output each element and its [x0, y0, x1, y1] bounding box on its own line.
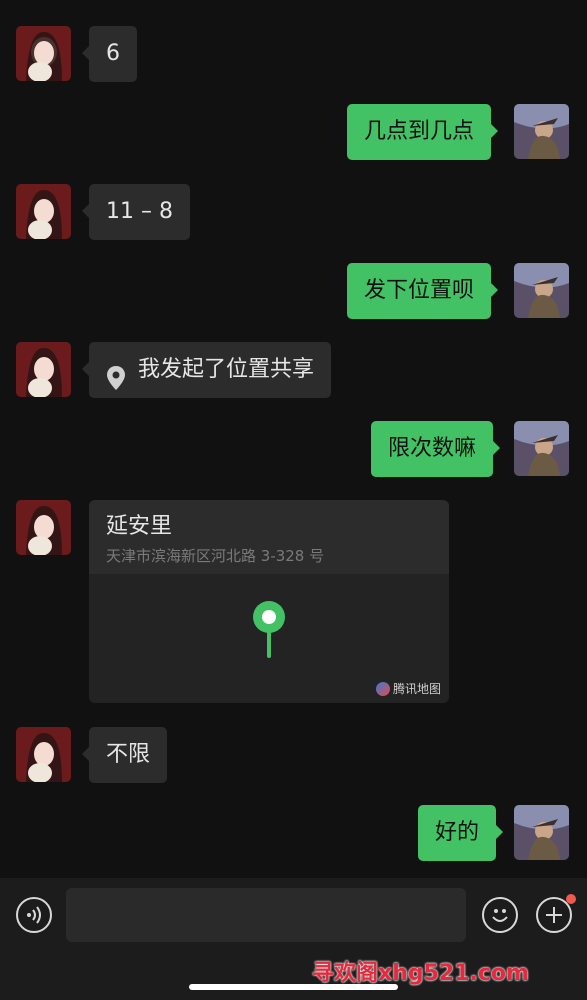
- message-bubble-outgoing[interactable]: 几点到几点: [347, 104, 499, 160]
- location-share-bubble[interactable]: 我发起了位置共享: [81, 342, 332, 398]
- location-address: 天津市滨海新区河北路 3-328 号: [106, 547, 325, 565]
- map-marker-icon: [251, 600, 287, 664]
- message-bubble-outgoing[interactable]: 好的: [418, 805, 504, 861]
- notification-dot: [566, 894, 576, 904]
- user-avatar[interactable]: [514, 104, 569, 159]
- user-avatar[interactable]: [514, 263, 569, 318]
- location-map[interactable]: 腾讯地图: [89, 574, 449, 703]
- watermark: 寻欢阁xhg521.com: [312, 961, 529, 986]
- message-bubble-incoming[interactable]: 11 – 8: [82, 184, 190, 240]
- voice-button[interactable]: [16, 897, 52, 933]
- contact-avatar[interactable]: [16, 727, 71, 782]
- message-bubble-incoming[interactable]: 6: [82, 26, 137, 82]
- location-card-header: 延安里 天津市滨海新区河北路 3-328 号: [89, 500, 449, 574]
- contact-avatar[interactable]: [16, 26, 71, 81]
- contact-avatar[interactable]: [16, 184, 71, 239]
- user-avatar[interactable]: [514, 421, 569, 476]
- message-bubble-outgoing[interactable]: 发下位置呗: [347, 263, 499, 319]
- location-card[interactable]: 延安里 天津市滨海新区河北路 3-328 号 腾讯地图: [89, 500, 449, 703]
- location-pin-icon: [106, 357, 126, 390]
- tencent-map-logo-icon: [375, 681, 390, 696]
- voice-icon: [27, 906, 41, 924]
- message-input[interactable]: [66, 888, 466, 942]
- user-avatar[interactable]: [514, 805, 569, 860]
- contact-avatar[interactable]: [16, 500, 71, 555]
- map-brand-label: 腾讯地图: [392, 682, 441, 696]
- contact-avatar[interactable]: [16, 342, 71, 397]
- message-bubble-incoming[interactable]: 不限: [81, 727, 168, 783]
- map-brand: 腾讯地图: [375, 680, 441, 697]
- emoji-button[interactable]: [482, 897, 518, 933]
- location-name: 延安里: [106, 514, 173, 539]
- plus-icon: [546, 907, 562, 923]
- message-bubble-outgoing[interactable]: 限次数嘛: [371, 421, 501, 477]
- location-share-text: 我发起了位置共享: [138, 357, 315, 382]
- emoji-icon: [492, 909, 508, 922]
- chat-area[interactable]: 6 几点到几点 11 – 8 发下位置呗 我发起了位置共享 限次数嘛 延安里 天…: [0, 0, 587, 878]
